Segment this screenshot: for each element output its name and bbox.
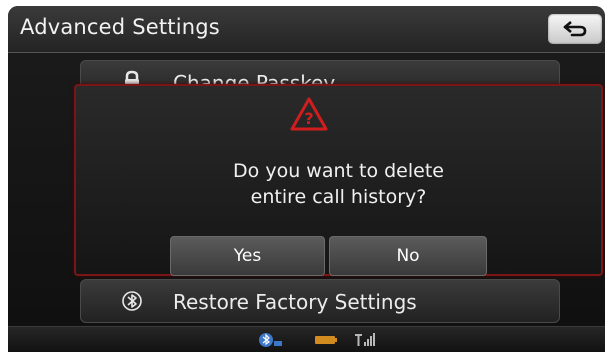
status-bar bbox=[8, 326, 605, 352]
menu-item-restore-factory-settings[interactable]: Restore Factory Settings bbox=[80, 279, 560, 323]
dialog-message-line1: Do you want to delete bbox=[233, 160, 444, 182]
page-title: Advanced Settings bbox=[20, 15, 220, 39]
menu-item-label: Restore Factory Settings bbox=[173, 290, 417, 314]
back-button[interactable] bbox=[548, 14, 602, 44]
dialog-message-line2: entire call history? bbox=[250, 186, 427, 208]
yes-button[interactable]: Yes bbox=[170, 236, 325, 276]
header-bar: Advanced Settings bbox=[8, 6, 605, 53]
svg-text:?: ? bbox=[304, 109, 313, 128]
warning-question-icon: ? bbox=[290, 97, 328, 131]
back-arrow-icon bbox=[563, 21, 587, 37]
confirm-dialog: ? Do you want to delete entire call hist… bbox=[74, 84, 603, 276]
battery-icon bbox=[313, 332, 339, 352]
bluetooth-status-icon bbox=[258, 332, 284, 352]
no-button[interactable]: No bbox=[329, 236, 487, 276]
screen: Advanced Settings Change Passkey ? Do yo… bbox=[8, 6, 605, 352]
signal-icon bbox=[353, 332, 379, 352]
bluetooth-restore-icon bbox=[119, 289, 145, 315]
dialog-message: Do you want to delete entire call histor… bbox=[76, 158, 601, 210]
